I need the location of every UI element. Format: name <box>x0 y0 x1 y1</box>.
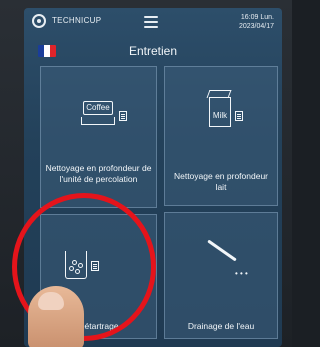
hamburger-menu-icon[interactable] <box>144 16 158 28</box>
tile-water-drain[interactable]: • • • Drainage de l'eau <box>164 212 278 339</box>
brand-name: TECHNICUP <box>52 16 102 25</box>
milk-carton-icon: Milk <box>209 97 231 127</box>
clock-time: 16:09 Lun. <box>240 14 274 21</box>
top-bar: TECHNICUP 16:09 Lun. 2023/04/17 <box>24 8 282 38</box>
page-title: Entretien <box>128 44 178 58</box>
tile-label: Nettoyage en profondeur lait <box>173 171 269 192</box>
clock-date: 2023/04/17 <box>238 23 274 30</box>
clock: 16:09 Lun. 2023/04/17 <box>239 13 274 31</box>
coffee-machine-icon: Coffee <box>83 101 113 115</box>
finger <box>28 286 84 347</box>
document-icon <box>235 111 243 121</box>
tile-brew-unit-cleaning[interactable]: Coffee Nettoyage en profondeur de l'unit… <box>40 66 157 208</box>
tile-milk-cleaning[interactable]: Milk Nettoyage en profondeur lait <box>164 66 278 206</box>
technicup-logo-icon <box>32 14 46 28</box>
tile-label: Drainage de l'eau <box>187 321 255 331</box>
document-icon <box>119 111 127 121</box>
drain-wand-icon <box>207 239 237 262</box>
device-photo: TECHNICUP 16:09 Lun. 2023/04/17 Entretie… <box>0 0 292 347</box>
tile-label: Nettoyage en profondeur de l'unité de pe… <box>45 163 152 184</box>
